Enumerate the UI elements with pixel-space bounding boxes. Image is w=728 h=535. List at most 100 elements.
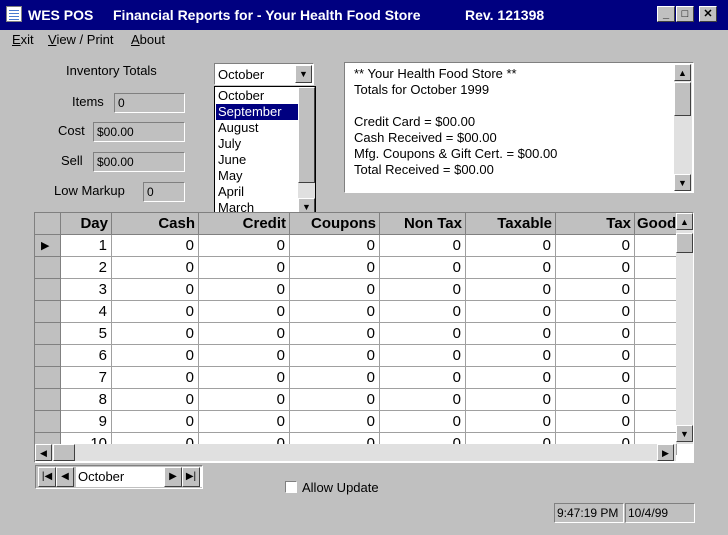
month-option[interactable]: June bbox=[216, 152, 298, 168]
grid-cell[interactable]: 8 bbox=[61, 389, 112, 411]
grid-cell[interactable]: 0 bbox=[466, 279, 556, 301]
app-icon[interactable] bbox=[6, 6, 22, 22]
scroll-thumb[interactable] bbox=[676, 233, 693, 253]
row-selector[interactable] bbox=[35, 411, 61, 433]
row-selector[interactable] bbox=[35, 279, 61, 301]
grid-cell[interactable]: 0 bbox=[199, 257, 290, 279]
grid-cell[interactable]: 1 bbox=[61, 235, 112, 257]
grid-horizontal-scrollbar[interactable]: ◀ ▶ bbox=[35, 444, 676, 461]
row-selector[interactable] bbox=[35, 323, 61, 345]
low-markup-field[interactable]: 0 bbox=[143, 182, 185, 202]
grid-cell[interactable]: 0 bbox=[290, 367, 380, 389]
grid-cell[interactable]: 4 bbox=[61, 301, 112, 323]
grid-cell[interactable]: 0 bbox=[112, 257, 199, 279]
grid-cell[interactable]: 0 bbox=[556, 367, 635, 389]
grid-cell[interactable]: 0 bbox=[380, 301, 466, 323]
grid-cell[interactable]: 0 bbox=[199, 345, 290, 367]
grid-cell[interactable]: 0 bbox=[380, 389, 466, 411]
grid-cell[interactable] bbox=[635, 257, 677, 279]
month-dropdown-list[interactable]: October September August July June May A… bbox=[214, 86, 316, 216]
grid-cell[interactable]: 0 bbox=[199, 411, 290, 433]
grid-cell[interactable]: 0 bbox=[290, 389, 380, 411]
grid-cell[interactable]: 7 bbox=[61, 367, 112, 389]
grid-cell[interactable]: 0 bbox=[466, 323, 556, 345]
grid-cell[interactable]: 0 bbox=[466, 345, 556, 367]
grid-cell[interactable]: 0 bbox=[290, 301, 380, 323]
grid-cell[interactable]: 0 bbox=[466, 411, 556, 433]
sell-field[interactable]: $00.00 bbox=[93, 152, 185, 172]
summary-textbox[interactable]: ** Your Health Food Store ** Totals for … bbox=[344, 62, 694, 193]
grid-cell[interactable]: 0 bbox=[112, 301, 199, 323]
first-record-button[interactable]: |◀ bbox=[38, 467, 56, 487]
row-selector[interactable]: ▶ bbox=[35, 235, 61, 257]
last-record-button[interactable]: ▶| bbox=[182, 467, 200, 487]
menu-view-print[interactable]: View / Print bbox=[48, 32, 114, 47]
checkbox-box[interactable] bbox=[285, 481, 297, 493]
grid-cell[interactable]: 0 bbox=[380, 411, 466, 433]
grid-cell[interactable]: 0 bbox=[380, 257, 466, 279]
grid-cell[interactable]: 0 bbox=[466, 301, 556, 323]
column-header-credit[interactable]: Credit bbox=[199, 213, 290, 235]
grid-cell[interactable]: 0 bbox=[380, 323, 466, 345]
scroll-down-button[interactable]: ▼ bbox=[676, 425, 693, 442]
scroll-thumb[interactable] bbox=[298, 87, 315, 183]
row-selector[interactable] bbox=[35, 257, 61, 279]
row-selector[interactable] bbox=[35, 389, 61, 411]
scroll-thumb[interactable] bbox=[674, 82, 691, 116]
grid-cell[interactable] bbox=[635, 411, 677, 433]
menu-exit[interactable]: Exit bbox=[12, 32, 34, 47]
grid-cell[interactable]: 0 bbox=[556, 323, 635, 345]
grid-cell[interactable]: 0 bbox=[199, 389, 290, 411]
grid-cell[interactable]: 0 bbox=[556, 235, 635, 257]
grid-cell[interactable]: 0 bbox=[466, 389, 556, 411]
grid-cell[interactable]: 6 bbox=[61, 345, 112, 367]
month-option-selected[interactable]: September bbox=[216, 104, 298, 120]
grid-cell[interactable]: 0 bbox=[199, 323, 290, 345]
grid-cell[interactable]: 3 bbox=[61, 279, 112, 301]
grid-cell[interactable]: 0 bbox=[199, 235, 290, 257]
next-record-button[interactable]: ▶ bbox=[164, 467, 182, 487]
grid-cell[interactable] bbox=[635, 389, 677, 411]
grid-cell[interactable] bbox=[635, 345, 677, 367]
grid-cell[interactable]: 5 bbox=[61, 323, 112, 345]
grid-cell[interactable]: 0 bbox=[466, 257, 556, 279]
column-header-day[interactable]: Day bbox=[61, 213, 112, 235]
month-list-scrollbar[interactable]: ▼ bbox=[298, 87, 315, 215]
month-option[interactable]: May bbox=[216, 168, 298, 184]
month-option[interactable]: October bbox=[216, 88, 298, 104]
grid-cell[interactable]: 0 bbox=[112, 323, 199, 345]
scroll-down-button[interactable]: ▼ bbox=[674, 174, 691, 191]
grid-cell[interactable]: 0 bbox=[380, 367, 466, 389]
row-selector[interactable] bbox=[35, 345, 61, 367]
row-selector[interactable] bbox=[35, 301, 61, 323]
month-option[interactable]: April bbox=[216, 184, 298, 200]
scroll-up-button[interactable]: ▲ bbox=[674, 64, 691, 81]
grid-cell[interactable]: 0 bbox=[199, 367, 290, 389]
scroll-left-button[interactable]: ◀ bbox=[35, 444, 52, 461]
month-option[interactable]: August bbox=[216, 120, 298, 136]
column-header-tax[interactable]: Tax bbox=[556, 213, 635, 235]
month-dropdown-button[interactable]: ▼ bbox=[295, 65, 312, 83]
cost-field[interactable]: $00.00 bbox=[93, 122, 185, 142]
grid-cell[interactable]: 0 bbox=[380, 235, 466, 257]
grid-cell[interactable]: 0 bbox=[466, 367, 556, 389]
grid-cell[interactable]: 0 bbox=[380, 345, 466, 367]
grid-cell[interactable]: 0 bbox=[380, 279, 466, 301]
grid-cell[interactable]: 2 bbox=[61, 257, 112, 279]
maximize-button[interactable]: □ bbox=[676, 6, 694, 22]
grid-cell[interactable]: 0 bbox=[199, 301, 290, 323]
summary-scrollbar[interactable]: ▲ ▼ bbox=[674, 64, 692, 191]
column-header-coupons[interactable]: Coupons bbox=[290, 213, 380, 235]
column-header-good[interactable]: Good bbox=[635, 213, 677, 235]
grid-cell[interactable] bbox=[635, 323, 677, 345]
grid-cell[interactable]: 0 bbox=[290, 279, 380, 301]
grid-cell[interactable]: 0 bbox=[112, 345, 199, 367]
grid-cell[interactable]: 0 bbox=[556, 345, 635, 367]
grid-cell[interactable]: 9 bbox=[61, 411, 112, 433]
grid-cell[interactable]: 0 bbox=[112, 367, 199, 389]
grid-cell[interactable]: 0 bbox=[290, 323, 380, 345]
grid-cell[interactable]: 0 bbox=[290, 345, 380, 367]
grid-cell[interactable]: 0 bbox=[290, 257, 380, 279]
grid-cell[interactable]: 0 bbox=[112, 411, 199, 433]
minimize-button[interactable]: _ bbox=[657, 6, 675, 22]
